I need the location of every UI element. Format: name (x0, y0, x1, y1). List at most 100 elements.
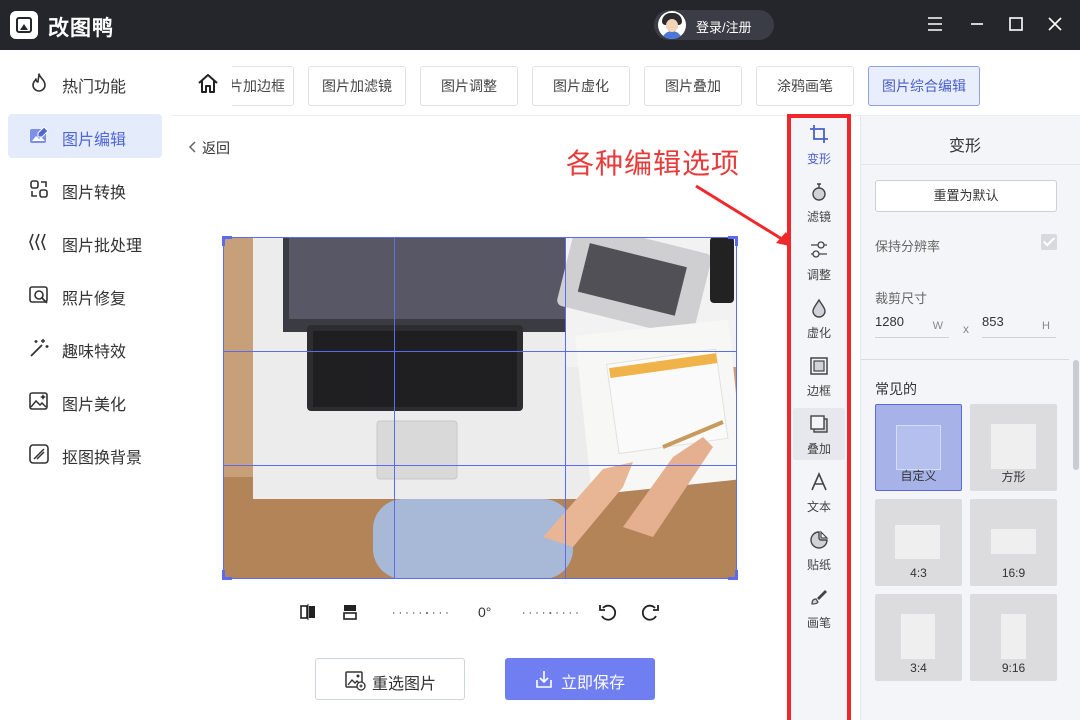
sidebar-item-batch[interactable]: 图片批处理 (8, 220, 162, 264)
preset-shape (991, 529, 1036, 554)
common-sizes-label: 常见的 (875, 381, 917, 397)
tab-label: 片加边框 (232, 78, 285, 94)
preset-custom[interactable]: 自定义 (875, 404, 962, 491)
times-sign: x (963, 322, 969, 336)
tab-add-filter[interactable]: 图片加滤镜 (308, 66, 406, 106)
login-label: 登录/注册 (696, 20, 752, 35)
sidebar-item-hot[interactable]: 热门功能 (8, 61, 162, 105)
save-button[interactable]: 立即保存 (505, 658, 655, 700)
tab-doodle[interactable]: 涂鸦画笔 (756, 66, 854, 106)
tab-blur[interactable]: 图片虚化 (532, 66, 630, 106)
sidebar-item-convert[interactable]: 图片转换 (8, 167, 162, 211)
sidebar-item-label: 图片编辑 (62, 132, 127, 149)
minimize-icon[interactable] (962, 10, 992, 40)
back-button[interactable]: 返回 (188, 138, 230, 158)
sidebar-item-label: 热门功能 (62, 79, 127, 96)
tab-label: 图片叠加 (665, 78, 721, 94)
height-unit: H (1042, 320, 1050, 332)
sidebar-item-label: 图片批处理 (62, 238, 143, 255)
tab-label: 图片虚化 (553, 78, 609, 94)
crop-handle-top-left[interactable] (222, 236, 232, 246)
keep-resolution-label: 保持分辨率 (875, 239, 941, 254)
back-label: 返回 (202, 140, 230, 156)
tab-label: 涂鸦画笔 (777, 78, 833, 94)
annotation-text: 各种编辑选项 (566, 148, 741, 179)
tab-label: 图片综合编辑 (882, 78, 966, 94)
batch-icon (29, 233, 46, 251)
preset-3-4[interactable]: 3:4 (875, 594, 962, 681)
highlight-box (787, 114, 851, 720)
rotate-left-icon[interactable] (598, 602, 618, 625)
width-unit: W (932, 320, 943, 332)
transform-settings-panel: 变形 重置为默认 保持分辨率 裁剪尺寸 1280 W x 853 H 常见的 自… (860, 116, 1080, 720)
sidebar-item-label: 图片美化 (62, 397, 127, 414)
download-icon (536, 671, 552, 688)
rotation-toolbar: 0° (298, 598, 668, 628)
panel-scrollbar[interactable] (1073, 360, 1079, 470)
preset-label: 4:3 (910, 566, 927, 580)
preset-label: 3:4 (910, 661, 927, 675)
preset-shape (896, 425, 941, 470)
divider (861, 164, 1080, 165)
tab-add-border[interactable]: 片加边框 (232, 66, 294, 106)
preset-shape (895, 525, 940, 559)
divider (861, 359, 1069, 360)
sidebar-item-image-edit[interactable]: 图片编辑 (8, 114, 162, 158)
preset-label: 方形 (1001, 470, 1026, 484)
repair-icon (29, 286, 48, 304)
home-icon[interactable] (196, 72, 220, 99)
menu-icon[interactable] (920, 10, 950, 40)
sidebar: 热门功能 图片编辑 图片转换 图片批处理 照片修复 趣味特效 图片美化 抠图换背… (0, 50, 170, 720)
preset-9-16[interactable]: 9:16 (970, 594, 1057, 681)
app-logo (10, 11, 38, 39)
close-icon[interactable] (1040, 10, 1070, 40)
angle-slider-right[interactable] (508, 612, 594, 614)
sidebar-item-beautify[interactable]: 图片美化 (8, 379, 162, 423)
crop-frame[interactable] (223, 237, 737, 579)
tab-adjust[interactable]: 图片调整 (420, 66, 518, 106)
crop-handle-top-right[interactable] (728, 236, 738, 246)
magic-wand-icon (30, 339, 49, 357)
tab-overlay[interactable]: 图片叠加 (644, 66, 742, 106)
preset-square[interactable]: 方形 (970, 404, 1057, 491)
angle-slider-left[interactable] (378, 612, 464, 614)
tab-label: 图片调整 (441, 78, 497, 94)
sidebar-item-effects[interactable]: 趣味特效 (8, 326, 162, 370)
preset-label: 自定义 (900, 469, 937, 483)
sidebar-item-label: 图片转换 (62, 185, 127, 202)
reselect-image-button[interactable]: 重选图片 (315, 658, 465, 700)
title-bar: 改图鸭 登录/注册 (0, 0, 1080, 50)
sidebar-item-label: 照片修复 (62, 291, 127, 308)
cutout-icon (29, 444, 49, 464)
sidebar-item-label: 抠图换背景 (62, 450, 143, 467)
width-input[interactable]: 1280 W (875, 314, 949, 338)
preset-label: 16:9 (1001, 566, 1026, 580)
avatar (658, 11, 686, 39)
flame-icon (32, 73, 46, 92)
crop-handle-bottom-left[interactable] (222, 570, 232, 580)
crop-handle-bottom-right[interactable] (728, 570, 738, 580)
rotate-right-icon[interactable] (640, 602, 660, 625)
convert-icon (30, 180, 48, 198)
login-button[interactable]: 登录/注册 (654, 10, 774, 40)
preset-16-9[interactable]: 16:9 (970, 499, 1057, 586)
reselect-label: 重选图片 (372, 676, 437, 693)
width-value: 1280 (875, 314, 904, 329)
flip-horizontal-icon[interactable] (298, 602, 318, 625)
flip-vertical-icon[interactable] (340, 602, 360, 625)
reset-default-button[interactable]: 重置为默认 (875, 180, 1057, 212)
main-area: 片加边框 图片加滤镜 图片调整 图片虚化 图片叠加 涂鸦画笔 图片综合编辑 返回… (170, 50, 1080, 720)
height-value: 853 (982, 314, 1004, 329)
image-icon (345, 671, 366, 691)
tab-comprehensive-edit[interactable]: 图片综合编辑 (868, 66, 980, 106)
maximize-icon[interactable] (1001, 10, 1031, 40)
preset-4-3[interactable]: 4:3 (875, 499, 962, 586)
keep-resolution-checkbox[interactable] (1041, 234, 1057, 250)
sidebar-item-repair[interactable]: 照片修复 (8, 273, 162, 317)
sidebar-item-cutout[interactable]: 抠图换背景 (8, 432, 162, 476)
beautify-icon (29, 392, 48, 410)
tab-label: 图片加滤镜 (322, 78, 392, 94)
save-label: 立即保存 (561, 675, 626, 692)
height-input[interactable]: 853 H (982, 314, 1056, 338)
app-name: 改图鸭 (48, 17, 114, 40)
